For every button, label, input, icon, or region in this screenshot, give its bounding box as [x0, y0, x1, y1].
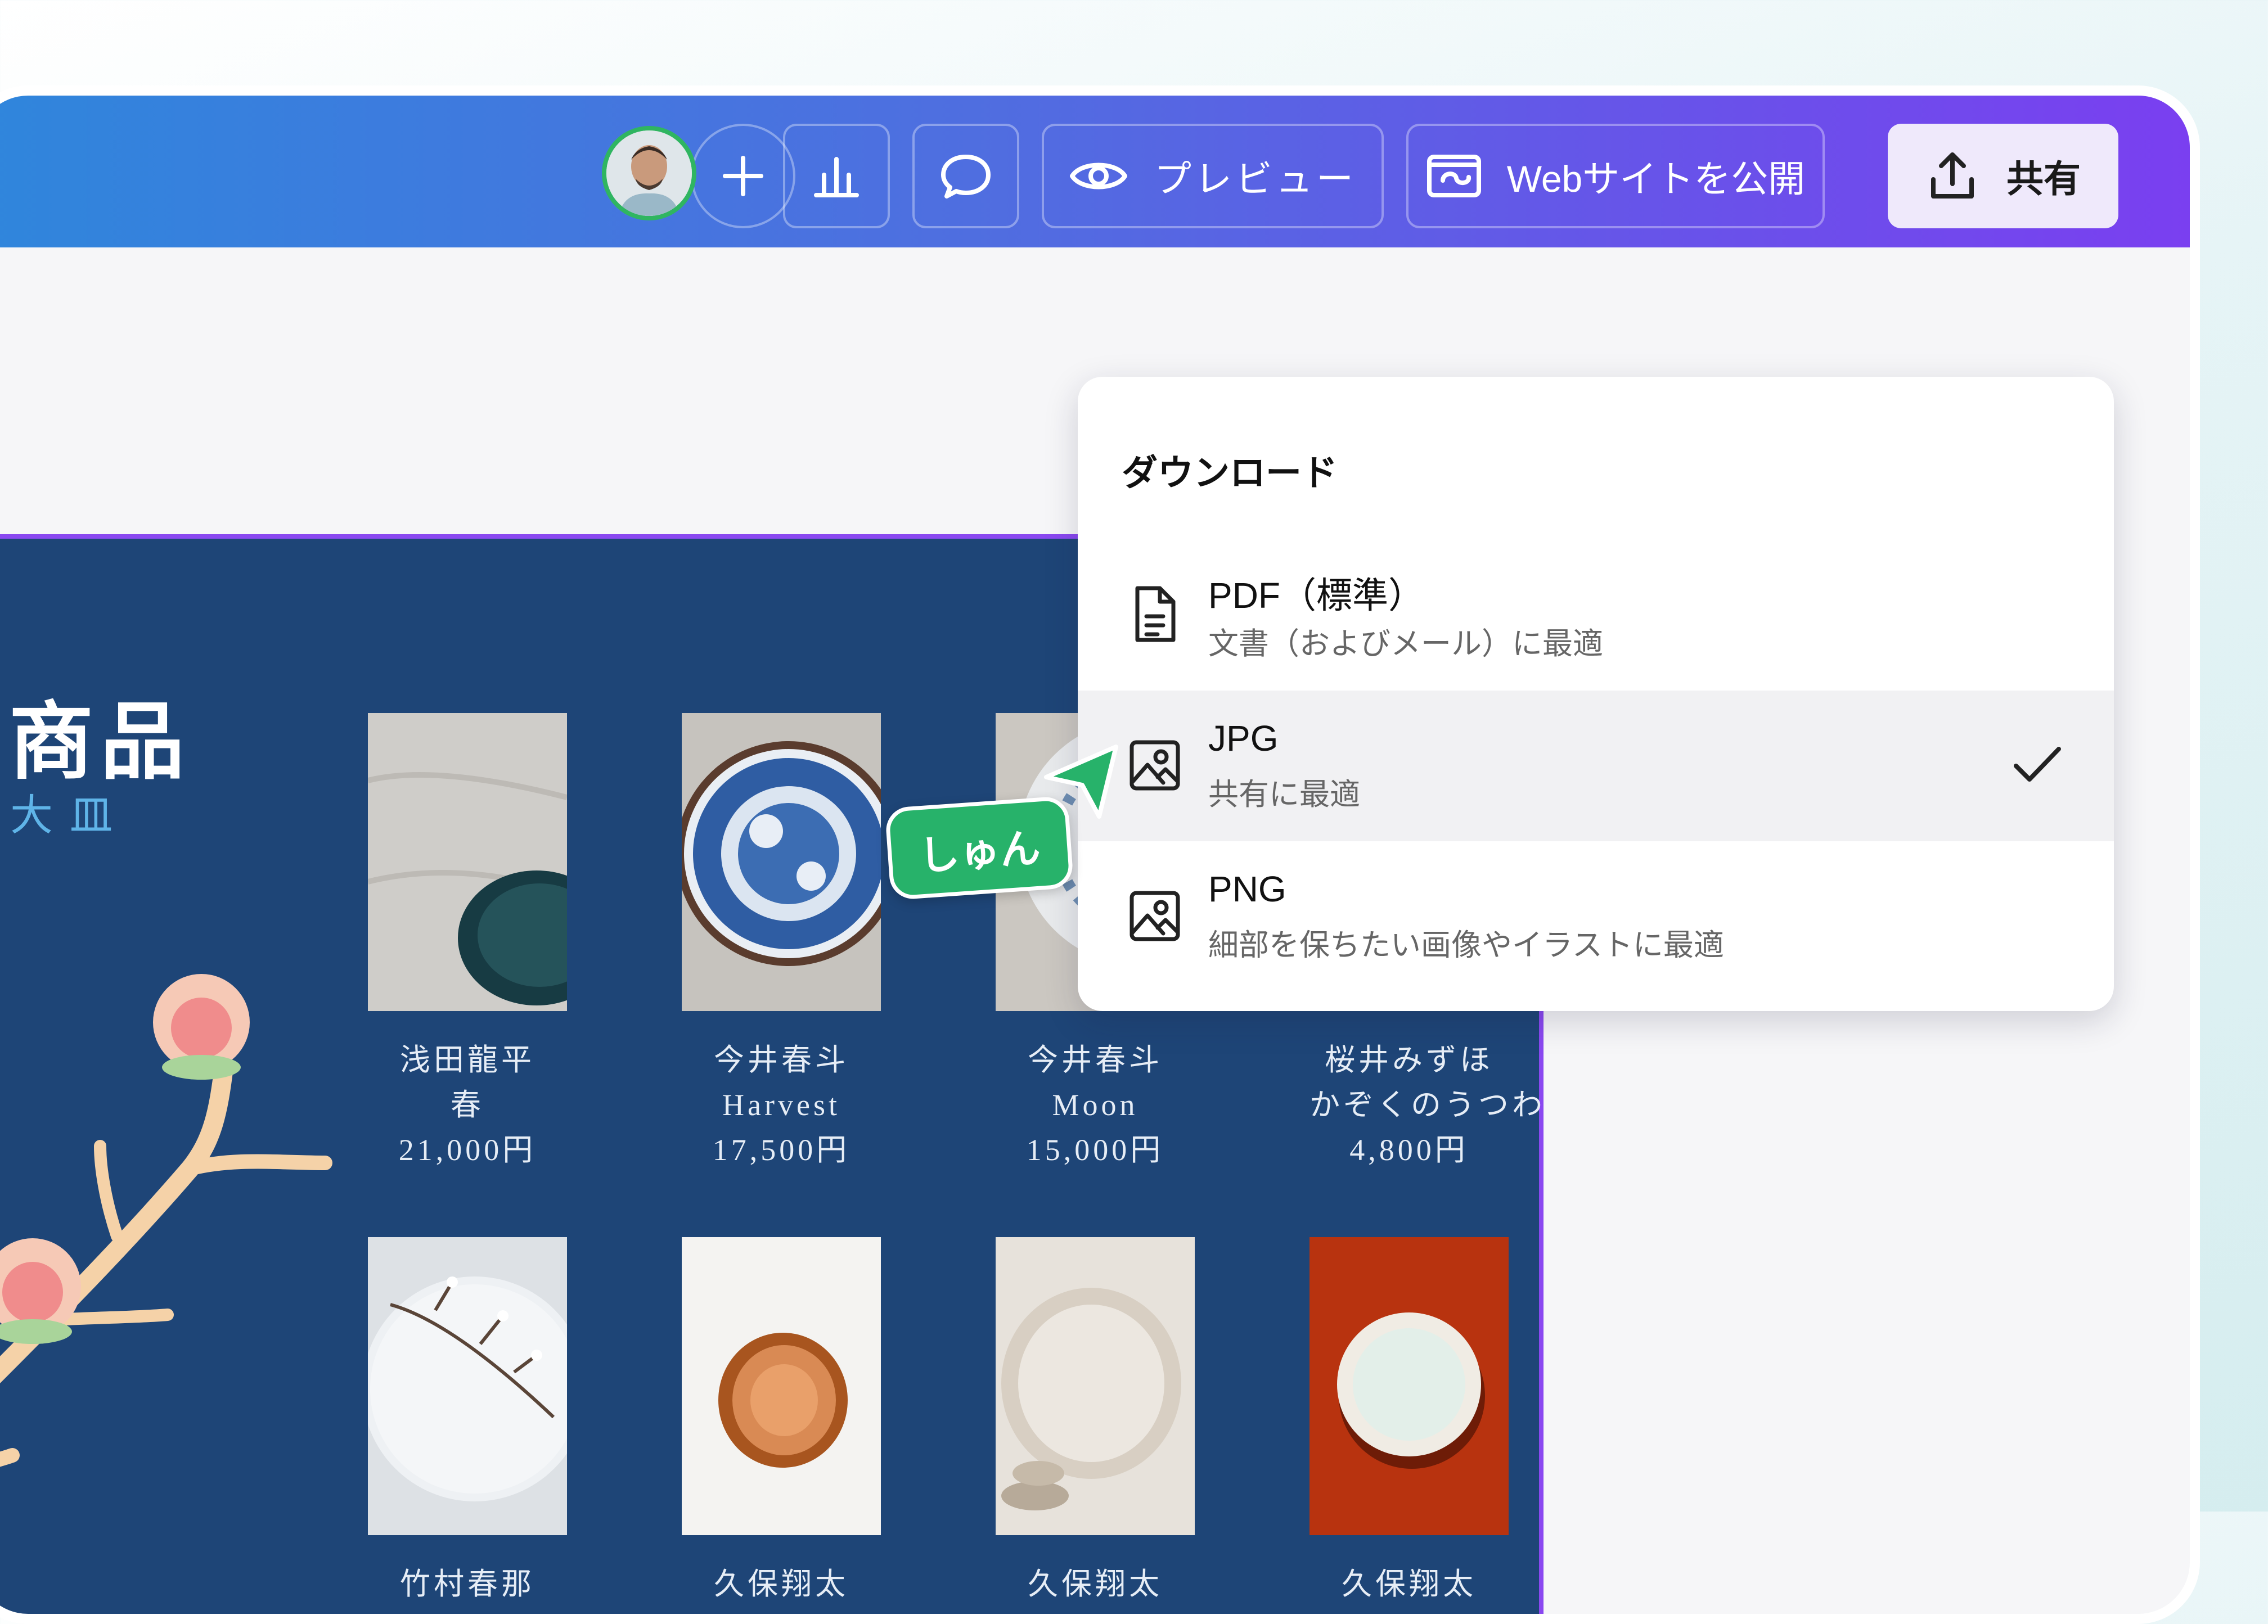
product-price: 4,800円 — [1349, 1133, 1469, 1167]
preview-label: プレビュー — [1154, 158, 1357, 200]
product-title: かぞくのうつわ — [1310, 1088, 1546, 1122]
page-heading: 商品 — [9, 694, 192, 789]
image-icon — [1126, 885, 1182, 947]
download-menu-title: ダウンロード — [1122, 453, 1338, 493]
option-description: 文書（およびメール）に最適 — [1208, 627, 1603, 661]
product-price: 21,000円 — [398, 1133, 537, 1167]
app-window: プレビュー Webサイトを公開 共有 商品 大皿 浅田龍平 春 21,000円 … — [0, 85, 2200, 1624]
speech-bubble-icon — [941, 155, 991, 199]
product-photo — [367, 713, 615, 1011]
product-photo — [1310, 1237, 1509, 1535]
user-avatar[interactable] — [602, 126, 696, 220]
download-option-pdf[interactable]: PDF（標準） 文書（およびメール）に最適 — [1078, 540, 2114, 691]
product-card[interactable]: 竹村春那 — [362, 1237, 587, 1607]
product-title: 春 — [451, 1088, 484, 1122]
document-icon — [1126, 584, 1182, 646]
product-card[interactable]: 久保翔太 — [1310, 1237, 1509, 1607]
product-card[interactable]: 今井春斗 Harvest 17,500円 — [676, 713, 901, 1172]
upload-icon — [1931, 152, 1974, 199]
product-card[interactable]: 久保翔太 — [682, 1237, 881, 1607]
publish-label: Webサイトを公開 — [1506, 158, 1806, 200]
product-artist: 久保翔太 — [1028, 1567, 1163, 1601]
product-title: Moon — [1052, 1088, 1138, 1122]
publish-website-button[interactable]: Webサイトを公開 — [1406, 124, 1825, 228]
top-toolbar: プレビュー Webサイトを公開 共有 — [0, 96, 2190, 247]
plus-icon — [723, 156, 763, 196]
download-option-jpg[interactable]: JPG 共有に最適 — [1078, 691, 2114, 841]
image-icon — [1126, 734, 1182, 796]
product-artist: 浅田龍平 — [400, 1043, 535, 1077]
option-name: JPG — [1208, 718, 1279, 759]
option-name: PDF（標準） — [1208, 575, 1424, 616]
product-artist: 今井春斗 — [714, 1043, 849, 1077]
product-photo — [682, 1237, 881, 1535]
page-subheading: 大皿 — [10, 792, 129, 840]
product-title: Harvest — [722, 1088, 840, 1122]
product-price: 15,000円 — [1026, 1133, 1164, 1167]
eye-icon — [1070, 163, 1127, 190]
share-label: 共有 — [2006, 158, 2081, 200]
product-card[interactable]: 久保翔太 — [996, 1237, 1195, 1607]
product-price: 17,500円 — [712, 1133, 850, 1167]
insights-button[interactable] — [783, 124, 890, 228]
preview-button[interactable]: プレビュー — [1042, 124, 1384, 228]
flower-2 — [0, 1238, 81, 1344]
product-photo — [362, 1237, 587, 1535]
bar-chart-icon — [814, 157, 859, 197]
download-menu: ダウンロード PDF（標準） 文書（およびメール）に最適 JPG 共有に最適 P… — [1078, 377, 2114, 1011]
website-icon — [1426, 155, 1481, 197]
product-card[interactable]: 浅田龍平 春 21,000円 — [367, 713, 615, 1172]
flower-branch-illustration — [0, 974, 332, 1467]
product-artist: 竹村春那 — [400, 1567, 535, 1601]
product-artist: 久保翔太 — [1342, 1567, 1477, 1601]
flower-1 — [153, 974, 250, 1080]
avatar-portrait — [606, 130, 692, 216]
comment-button[interactable] — [912, 124, 1019, 228]
product-artist: 久保翔太 — [714, 1567, 849, 1601]
option-name: PNG — [1208, 869, 1286, 909]
download-option-png[interactable]: PNG 細部を保ちたい画像やイラストに最適 — [1078, 841, 2114, 992]
option-description: 細部を保ちたい画像やイラストに最適 — [1208, 928, 1724, 962]
product-artist: 今井春斗 — [1028, 1043, 1163, 1077]
checkmark-icon — [2014, 747, 2061, 782]
share-button[interactable]: 共有 — [1888, 124, 2118, 228]
collaborator-name-tag: しゅん — [884, 795, 1074, 901]
option-description: 共有に最適 — [1208, 778, 1360, 811]
product-photo — [676, 713, 901, 1011]
product-artist: 桜井みずほ — [1325, 1043, 1493, 1077]
add-collaborator-button[interactable] — [691, 124, 795, 228]
product-photo — [996, 1237, 1195, 1535]
